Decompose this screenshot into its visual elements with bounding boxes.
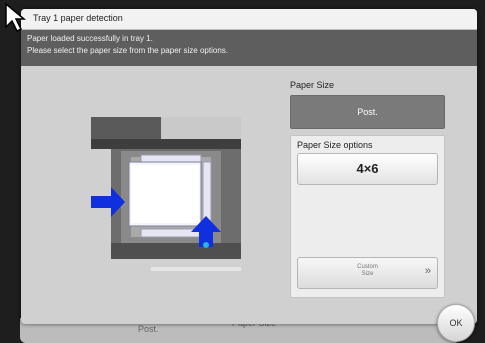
tray-detection-dialog: Tray 1 paper detection Paper loaded succ… bbox=[21, 9, 477, 324]
sensor-indicator bbox=[203, 242, 209, 248]
paper-surface bbox=[131, 165, 199, 223]
size-4x6-button[interactable]: 4×6 bbox=[297, 153, 438, 185]
paper-size-value: Post. bbox=[290, 95, 445, 129]
ok-button[interactable]: OK bbox=[437, 304, 475, 342]
options-label: Paper Size options bbox=[297, 140, 373, 150]
dialog-title-bar: Tray 1 paper detection bbox=[21, 9, 477, 30]
double-chevron-right-icon: » bbox=[424, 265, 431, 277]
custom-size-button[interactable]: Custom Size » bbox=[297, 257, 438, 289]
background-text-left: Post. bbox=[138, 324, 159, 334]
paper-size-label: Paper Size bbox=[290, 80, 335, 90]
tray-illustration bbox=[91, 117, 241, 271]
printer-top-dark bbox=[91, 117, 161, 139]
dialog-title: Tray 1 paper detection bbox=[33, 13, 123, 23]
custom-size-label: Custom Size bbox=[298, 264, 437, 278]
message-line-1: Paper loaded successfully in tray 1. bbox=[27, 34, 153, 43]
mouse-cursor-icon bbox=[5, 2, 27, 32]
paper-size-options-panel: Paper Size options 4×6 Custom Size » bbox=[290, 135, 445, 298]
message-line-2: Please select the paper size from the pa… bbox=[27, 46, 228, 55]
printer-top-light bbox=[161, 117, 241, 139]
printer-base bbox=[111, 243, 241, 259]
printer-foot bbox=[151, 267, 241, 271]
custom-size-line-2: Size bbox=[361, 271, 374, 277]
printer-slot bbox=[91, 139, 241, 149]
message-area: Paper loaded successfully in tray 1. Ple… bbox=[21, 30, 477, 66]
paper-guide-bottom bbox=[140, 228, 202, 238]
custom-size-line-1: Custom bbox=[357, 264, 378, 270]
